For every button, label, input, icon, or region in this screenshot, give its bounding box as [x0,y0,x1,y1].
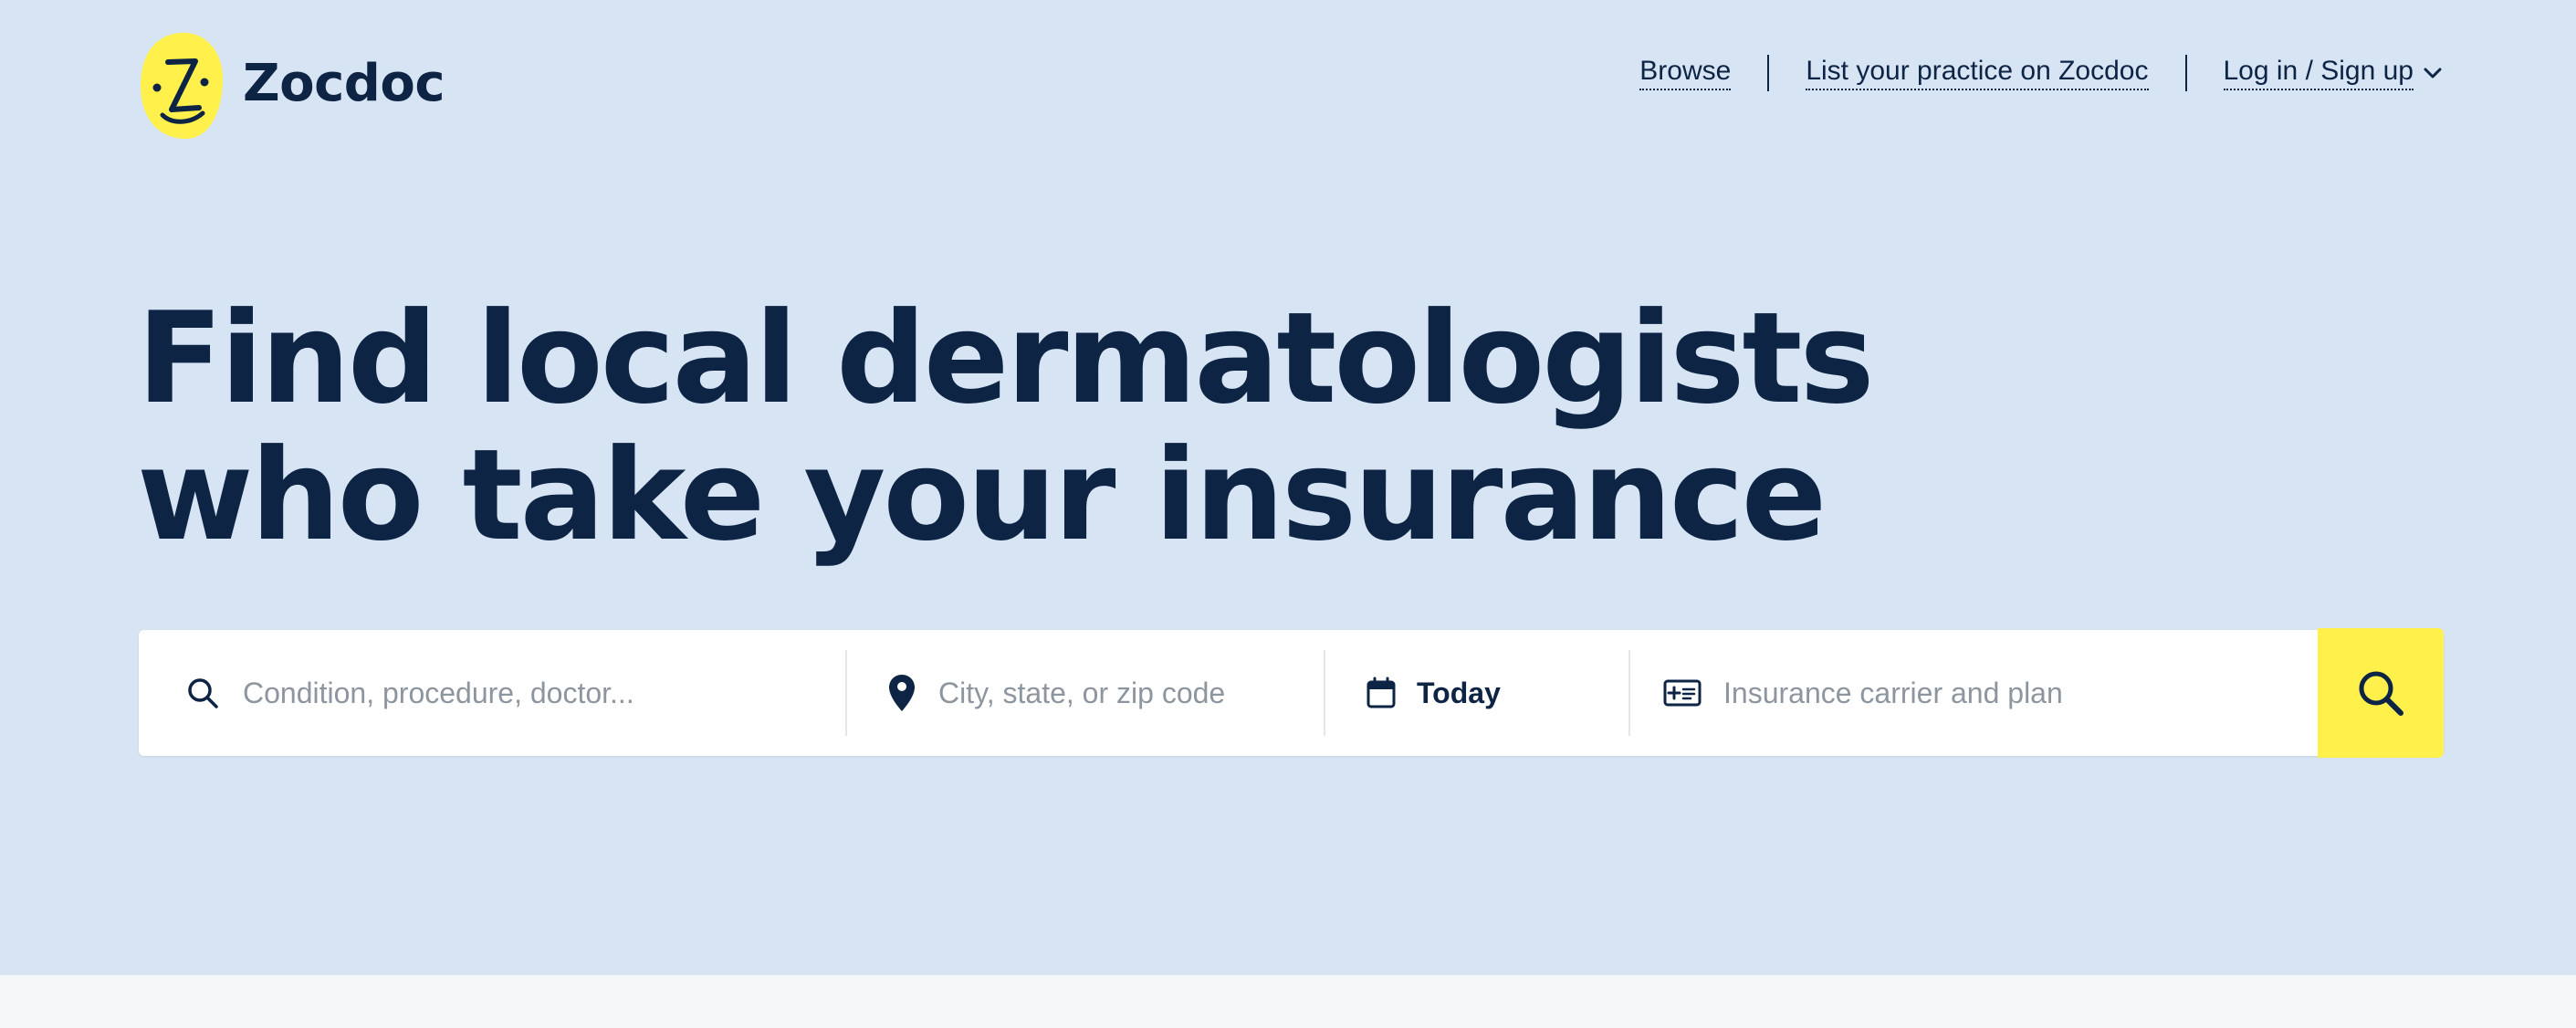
date-picker-field[interactable]: Today [1366,630,1649,756]
browse-link[interactable]: Browse [1639,56,1732,90]
insurance-input[interactable] [1722,675,2421,711]
map-pin-icon [889,675,915,711]
page-headline: Find local dermatologists who take your … [137,285,1875,569]
zocdoc-logo-link[interactable]: Zocdoc [139,31,445,141]
calendar-icon [1367,677,1396,708]
next-section-edge [0,975,2576,1028]
logo-wordmark: Zocdoc [243,53,445,113]
search-field-divider [845,650,847,736]
insurance-search-field[interactable] [1663,630,2421,756]
search-submit-button[interactable] [2318,628,2444,758]
condition-input[interactable] [241,675,823,711]
search-icon [2359,671,2403,716]
zocdoc-smiley-logo-icon [141,32,224,140]
top-navigation: Browse List your practice on Zocdoc Log … [1639,51,2443,95]
chevron-down-icon [2424,68,2442,79]
insurance-card-icon [1663,679,1702,707]
login-signup-menu[interactable]: Log in / Sign up [2223,56,2444,90]
date-value: Today [1417,676,1501,709]
search-field-divider [1324,650,1325,736]
login-signup-link[interactable]: Log in / Sign up [2223,56,2414,90]
search-icon [188,678,218,708]
hero-section: Zocdoc Browse List your practice on Zocd… [0,0,2576,975]
location-input[interactable] [937,675,1398,711]
nav-divider [2184,55,2187,91]
headline-line-2: who take your insurance [137,422,1827,569]
condition-search-field[interactable] [184,630,823,756]
search-bar: Today [139,630,2444,756]
nav-divider [1767,55,1770,91]
list-practice-link[interactable]: List your practice on Zocdoc [1806,56,2149,90]
page: Zocdoc Browse List your practice on Zocd… [0,0,2576,1028]
location-search-field[interactable] [887,630,1398,756]
headline-line-1: Find local dermatologists [137,285,1875,432]
search-field-divider [1628,650,1630,736]
